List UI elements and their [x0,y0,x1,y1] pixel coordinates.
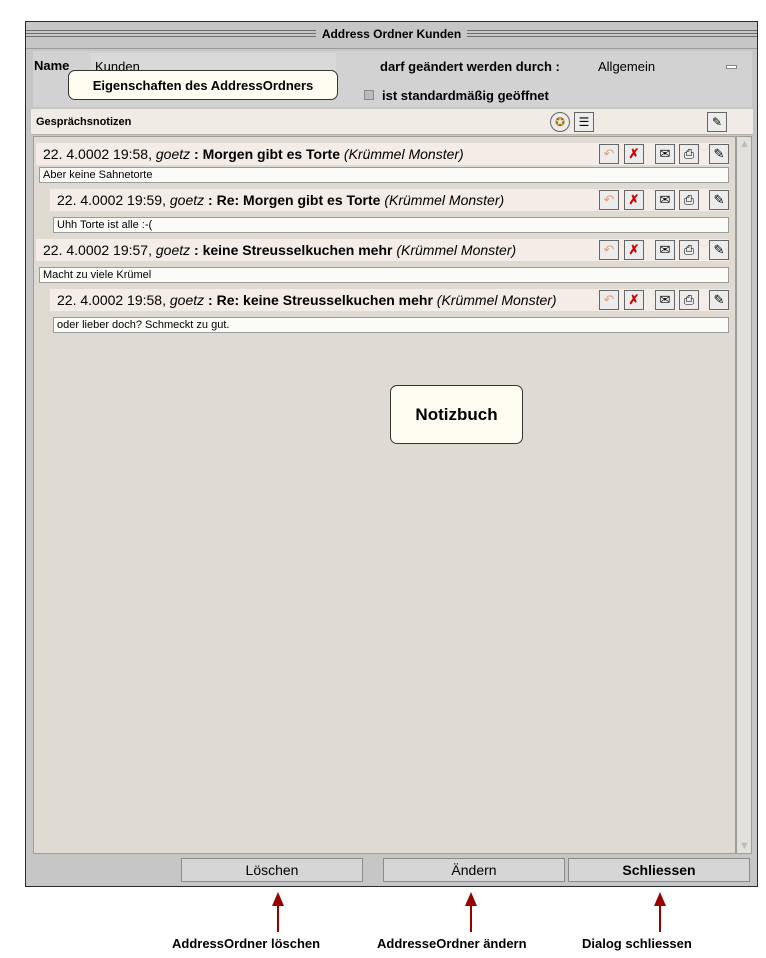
close-arrow-icon [654,892,666,906]
scroll-up-arrow-icon[interactable]: ▲ [739,138,750,150]
reply-icon[interactable]: ↶ [599,240,619,260]
edit-icon[interactable]: ✎ [709,290,729,310]
note-header[interactable]: 22. 4.0002 19:58, goetz : Re: keine Stre… [50,289,729,311]
title-bar[interactable]: Address Ordner Kunden [26,22,757,49]
delete-caption: AddressOrdner löschen [172,936,321,951]
delete-button[interactable]: Löschen [181,858,363,882]
close-button[interactable]: Schliessen [568,858,750,882]
mail-icon[interactable]: ✉ [655,290,675,310]
note-header[interactable]: 22. 4.0002 19:57, goetz : keine Streusse… [36,239,729,261]
note-subject: Re: Morgen gibt es Torte [216,192,381,208]
delete-icon[interactable]: ✗ [624,240,644,260]
note-user: goetz [169,192,205,208]
note-body[interactable]: Aber keine Sahnetorte [39,167,729,183]
mail-icon[interactable]: ✉ [655,240,675,260]
note-date: 22. 4.0002 19:58, [57,292,166,308]
permission-select[interactable]: Allgemein [598,59,655,74]
close-caption: Dialog schliessen [582,936,692,951]
mail-icon[interactable]: ✉ [655,190,675,210]
print-icon[interactable]: ⎙ [679,144,699,164]
note-header[interactable]: 22. 4.0002 19:59, goetz : Re: Morgen gib… [50,189,729,211]
note-subject: Re: keine Streusselkuchen mehr [216,292,433,308]
note-header[interactable]: 22. 4.0002 19:58, goetz : Morgen gibt es… [36,143,729,165]
new-note-icon[interactable]: ✪ [550,112,570,132]
notes-header-label: Gesprächsnotizen [36,116,132,128]
notes-scrollbar[interactable]: ▲ ▼ [736,136,752,854]
print-icon[interactable]: ⎙ [679,290,699,310]
permission-dropdown-indicator[interactable] [726,65,737,69]
delete-icon[interactable]: ✗ [624,190,644,210]
note-subject: keine Streusselkuchen mehr [202,242,393,258]
note-subject: Morgen gibt es Torte [202,146,341,162]
note-body[interactable]: oder lieber doch? Schmeckt zu gut. [53,317,729,333]
change-button[interactable]: Ändern [383,858,565,882]
notebook-callout: Notizbuch [390,385,523,444]
delete-arrow-icon [272,892,284,906]
address-folder-dialog: Address Ordner Kunden Name Kunden darf g… [25,21,758,887]
window-title: Address Ordner Kunden [26,27,757,41]
change-caption: AddresseOrdner ändern [377,936,527,951]
change-arrow-icon [465,892,477,906]
permission-label: darf geändert werden durch : [380,59,560,74]
note-date: 22. 4.0002 19:58, [43,146,152,162]
note-author: (Krümmel Monster) [436,292,557,308]
delete-icon[interactable]: ✗ [624,144,644,164]
edit-icon[interactable]: ✎ [709,190,729,210]
note-user: goetz [169,292,205,308]
delete-arrow-shaft [277,905,279,932]
properties-callout: Eigenschaften des AddressOrdners [68,70,338,100]
edit-icon[interactable]: ✎ [709,240,729,260]
default-open-label: ist standardmäßig geöffnet [382,88,549,103]
note-author: (Krümmel Monster) [384,192,505,208]
reply-icon[interactable]: ↶ [599,144,619,164]
print-icon[interactable]: ⎙ [679,240,699,260]
note-author: (Krümmel Monster) [396,242,517,258]
note-date: 22. 4.0002 19:59, [57,192,166,208]
name-label: Name [34,58,70,73]
note-date: 22. 4.0002 19:57, [43,242,152,258]
edit-icon[interactable]: ✎ [709,144,729,164]
note-user: goetz [155,146,191,162]
scroll-down-arrow-icon[interactable]: ▼ [739,840,750,852]
note-user: goetz [155,242,191,258]
note-body[interactable]: Uhh Torte ist alle :-( [53,217,729,233]
notes-header [31,109,753,135]
reply-icon[interactable]: ↶ [599,290,619,310]
mail-icon[interactable]: ✉ [655,144,675,164]
default-open-checkbox[interactable] [364,90,374,100]
reply-icon[interactable]: ↶ [599,190,619,210]
edit-icon[interactable]: ✎ [707,112,727,132]
note-author: (Krümmel Monster) [343,146,464,162]
change-arrow-shaft [470,905,472,932]
close-arrow-shaft [659,905,661,932]
list-icon[interactable]: ☰ [574,112,594,132]
delete-icon[interactable]: ✗ [624,290,644,310]
note-body[interactable]: Macht zu viele Krümel [39,267,729,283]
notes-panel: 22. 4.0002 19:58, goetz : Morgen gibt es… [33,136,736,854]
print-icon[interactable]: ⎙ [679,190,699,210]
